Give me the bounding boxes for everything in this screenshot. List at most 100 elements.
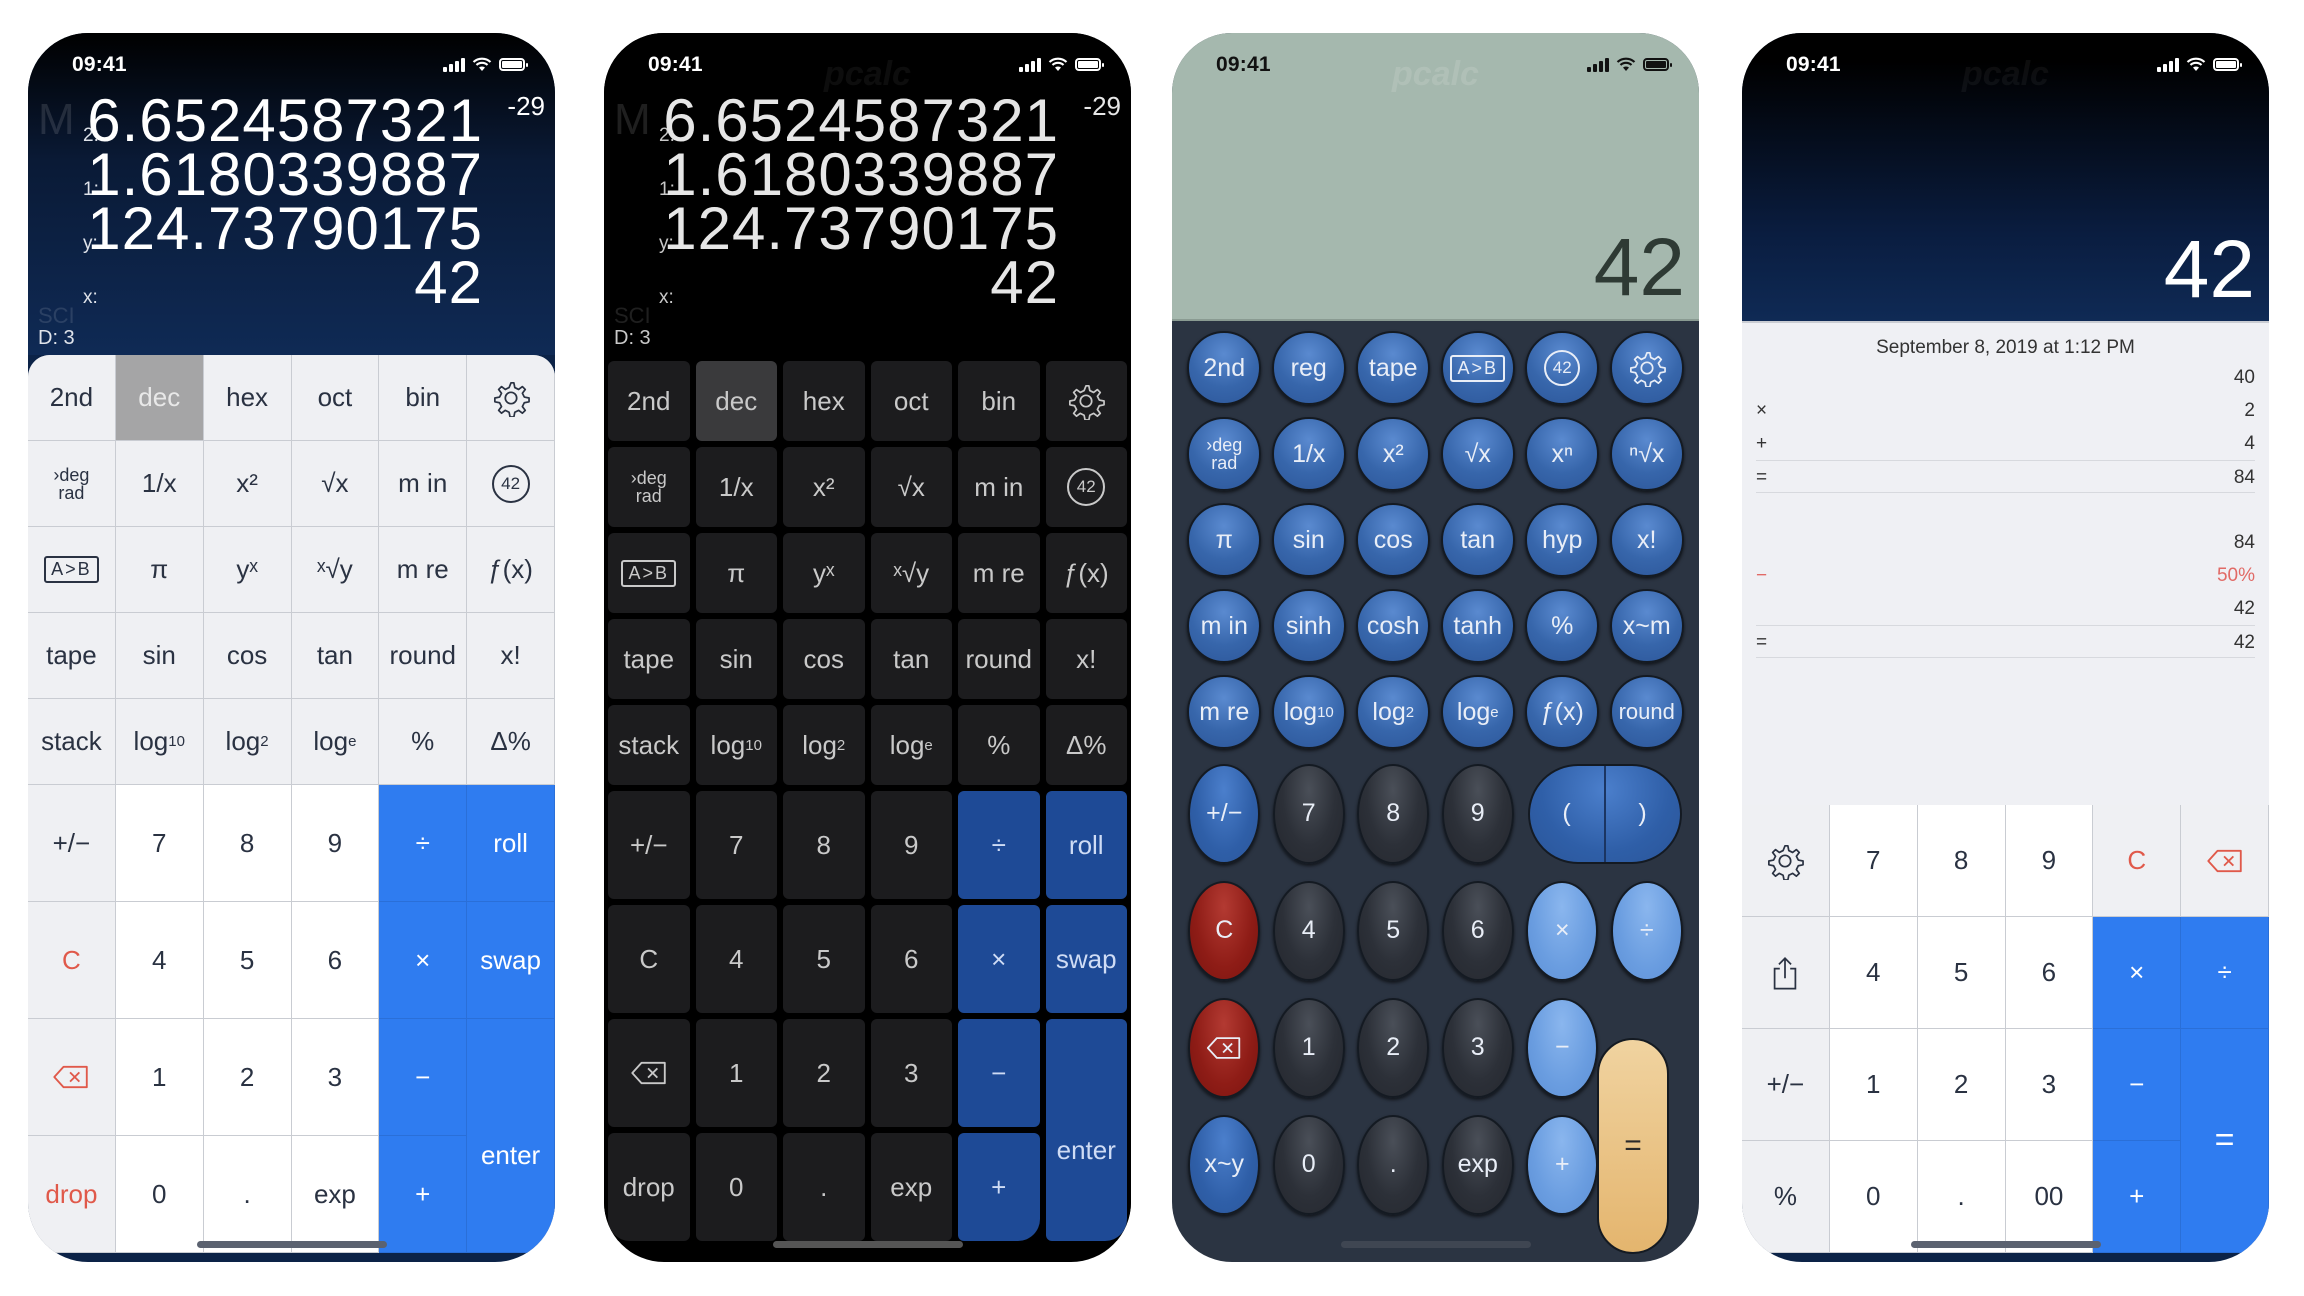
key-5[interactable]: 5	[203, 902, 292, 1019]
key-memory-recall[interactable]: m re	[958, 533, 1040, 613]
key-backspace[interactable]	[2181, 805, 2269, 917]
key-log10[interactable]: log 10	[1271, 675, 1346, 749]
key-memory-in[interactable]: m in	[958, 447, 1040, 527]
key-1[interactable]: 1	[1829, 1029, 1918, 1141]
key-reciprocal[interactable]: 1/x	[695, 447, 777, 527]
key-6[interactable]: 6	[870, 905, 952, 1013]
home-indicator[interactable]	[196, 1241, 387, 1248]
key-exp[interactable]: exp	[291, 1136, 380, 1253]
key-8[interactable]: 8	[1357, 763, 1430, 864]
key-8[interactable]: 8	[783, 791, 865, 899]
key-cosh[interactable]: cosh	[1356, 589, 1431, 663]
key-subtract[interactable]: −	[1526, 997, 1599, 1098]
key-add[interactable]: +	[2093, 1141, 2182, 1253]
key-power[interactable]: yˣ	[203, 527, 292, 613]
key-percent[interactable]: %	[379, 699, 468, 785]
key-power-n[interactable]: xⁿ	[1525, 417, 1600, 491]
key-oct[interactable]: oct	[291, 355, 380, 441]
key-4[interactable]: 4	[1272, 880, 1345, 981]
key-negate[interactable]: +/−	[28, 785, 116, 902]
key-tanh[interactable]: tanh	[1440, 589, 1515, 663]
key-2[interactable]: 2	[783, 1019, 865, 1127]
key-root-n[interactable]: ⁿ√x	[1609, 417, 1684, 491]
key-divide[interactable]: ÷	[958, 791, 1040, 899]
key-stack[interactable]: stack	[608, 705, 690, 785]
key-tape[interactable]: tape	[28, 613, 116, 699]
key-pi[interactable]: π	[695, 533, 777, 613]
key-deg-rad[interactable]: ›deg rad	[1187, 417, 1262, 491]
key-delta-percent[interactable]: Δ%	[1045, 705, 1127, 785]
key-functions[interactable]: ƒ(x)	[1525, 675, 1600, 749]
key-bin[interactable]: bin	[379, 355, 468, 441]
key-8[interactable]: 8	[203, 785, 292, 902]
key-reg[interactable]: reg	[1271, 331, 1346, 405]
home-indicator[interactable]	[772, 1241, 963, 1248]
key-share[interactable]	[1742, 917, 1830, 1029]
key-round[interactable]: round	[1609, 675, 1684, 749]
key-percent[interactable]: %	[1525, 589, 1600, 663]
key-clear[interactable]: C	[1188, 880, 1261, 981]
key-deg-rad[interactable]: ›deg rad	[28, 441, 116, 527]
key-7[interactable]: 7	[695, 791, 777, 899]
key-clear[interactable]: C	[2093, 805, 2182, 917]
key-subtract[interactable]: −	[958, 1019, 1040, 1127]
key-multiply[interactable]: ×	[958, 905, 1040, 1013]
key-log2[interactable]: log 2	[783, 705, 865, 785]
key-4[interactable]: 4	[115, 902, 204, 1019]
key-bin[interactable]: bin	[958, 361, 1040, 441]
key-tape[interactable]: tape	[608, 619, 690, 699]
key-factorial[interactable]: x!	[1609, 503, 1684, 577]
key-square[interactable]: x²	[1356, 417, 1431, 491]
key-exp[interactable]: exp	[870, 1133, 952, 1241]
key-6[interactable]: 6	[291, 902, 380, 1019]
key-5[interactable]: 5	[783, 905, 865, 1013]
key-oct[interactable]: oct	[870, 361, 952, 441]
key-hex[interactable]: hex	[783, 361, 865, 441]
key-dec[interactable]: dec	[115, 355, 204, 441]
key-stack[interactable]: stack	[28, 699, 116, 785]
key-tan[interactable]: tan	[870, 619, 952, 699]
key-decimal[interactable]: .	[203, 1136, 292, 1253]
key-power[interactable]: yˣ	[783, 533, 865, 613]
key-42[interactable]: 42	[1045, 447, 1127, 527]
key-9[interactable]: 9	[1441, 763, 1514, 864]
key-factorial[interactable]: x!	[467, 613, 555, 699]
key-factorial[interactable]: x!	[1045, 619, 1127, 699]
key-negate[interactable]: +/−	[1188, 763, 1261, 864]
key-memory-in[interactable]: m in	[379, 441, 468, 527]
key-7[interactable]: 7	[1829, 805, 1918, 917]
key-double-zero[interactable]: 00	[2005, 1141, 2094, 1253]
key-add[interactable]: +	[1526, 1114, 1599, 1215]
key-tan[interactable]: tan	[291, 613, 380, 699]
key-log10[interactable]: log 10	[115, 699, 204, 785]
key-1[interactable]: 1	[1272, 997, 1345, 1098]
key-enter[interactable]: enter	[1045, 1019, 1127, 1241]
key-roll[interactable]: roll	[467, 785, 555, 902]
key-0[interactable]: 0	[695, 1133, 777, 1241]
key-decimal[interactable]: .	[1357, 1114, 1430, 1215]
key-conversion[interactable]: A>B	[1440, 331, 1515, 405]
key-0[interactable]: 0	[115, 1136, 204, 1253]
key-swap[interactable]: swap	[467, 902, 555, 1019]
home-indicator[interactable]	[1910, 1241, 2101, 1248]
key-conversion[interactable]: A>B	[608, 533, 690, 613]
key-42[interactable]: 42	[467, 441, 555, 527]
key-conversion[interactable]: A>B	[28, 527, 116, 613]
key-clear[interactable]: C	[28, 902, 116, 1019]
key-pi[interactable]: π	[1187, 503, 1262, 577]
key-tape[interactable]: tape	[1356, 331, 1431, 405]
key-log2[interactable]: log 2	[1356, 675, 1431, 749]
paper-tape[interactable]: September 8, 2019 at 1:12 PM 40 × 2 +4 = 8…	[1742, 321, 2269, 805]
key-6[interactable]: 6	[1441, 880, 1514, 981]
key-equals[interactable]: =	[2181, 1029, 2269, 1253]
key-add[interactable]: +	[958, 1133, 1040, 1241]
key-42[interactable]: 42	[1525, 331, 1600, 405]
key-loge[interactable]: log e	[291, 699, 380, 785]
key-1[interactable]: 1	[115, 1019, 204, 1136]
key-sin[interactable]: sin	[695, 619, 777, 699]
key-1[interactable]: 1	[695, 1019, 777, 1127]
key-drop[interactable]: drop	[28, 1136, 116, 1253]
key-add[interactable]: +	[379, 1136, 468, 1253]
key-enter[interactable]: enter	[467, 1019, 555, 1253]
key-memory-recall[interactable]: m re	[379, 527, 468, 613]
